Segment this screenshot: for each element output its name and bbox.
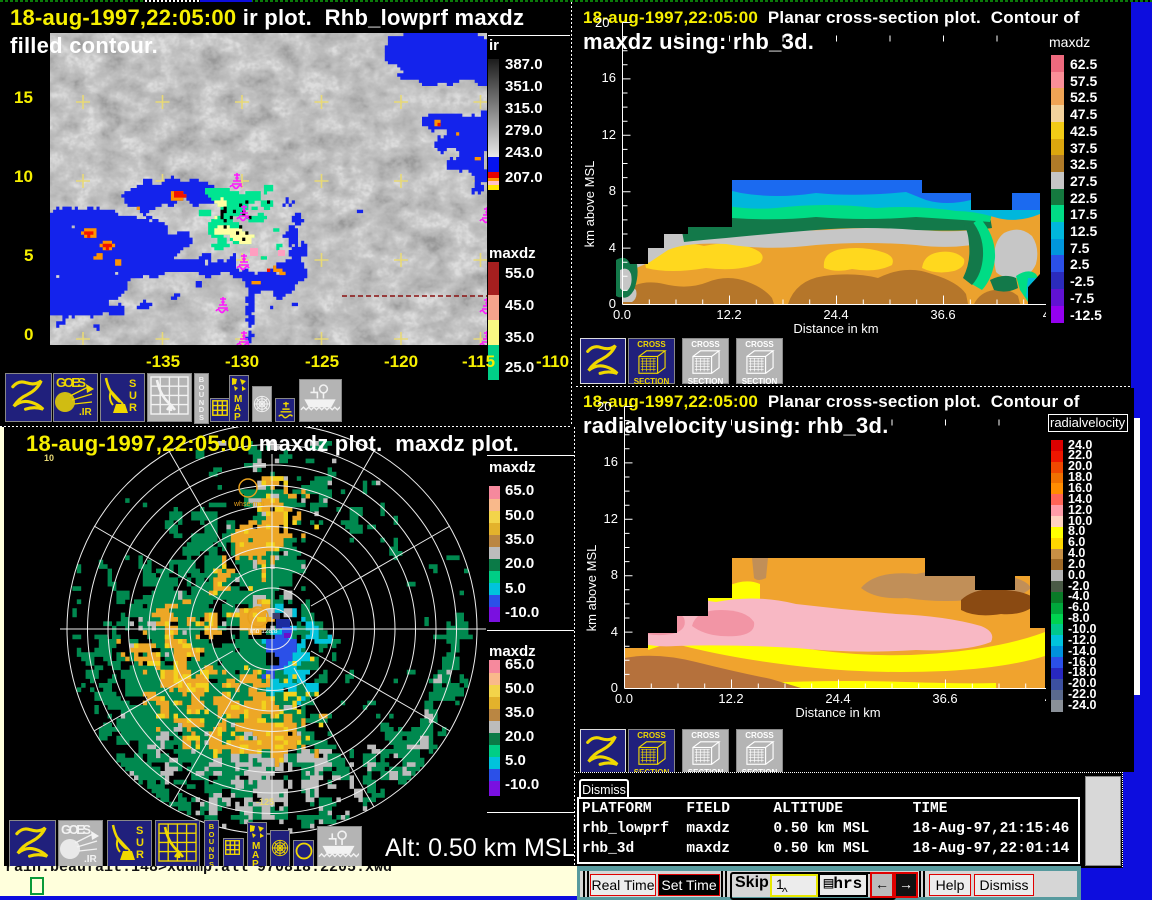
svg-text:8: 8 [609, 183, 616, 198]
svg-text:Distance in km: Distance in km [793, 321, 878, 336]
svg-text:12.2: 12.2 [718, 691, 743, 706]
svg-text:20: 20 [595, 15, 609, 30]
svg-text:8: 8 [611, 567, 618, 582]
svg-text:Distance in km: Distance in km [795, 705, 880, 720]
svg-text:36.6: 36.6 [932, 691, 957, 706]
svg-text:.IR: .IR [79, 407, 93, 417]
svg-text:GOES: GOES [61, 822, 91, 837]
svg-text:whse-mat: whse-mat [233, 501, 264, 508]
svg-text:S: S [136, 825, 143, 837]
svg-text:km above MSL: km above MSL [584, 545, 599, 632]
svg-text:U: U [129, 390, 137, 402]
svg-text:16: 16 [604, 454, 618, 469]
svg-text:R: R [129, 402, 137, 414]
svg-text:.IR: .IR [84, 854, 98, 864]
svg-text:16: 16 [602, 70, 616, 85]
svg-text:P: P [234, 412, 241, 421]
svg-text:12: 12 [602, 127, 616, 142]
svg-text:S: S [129, 378, 136, 390]
svg-text:4: 4 [611, 624, 618, 639]
svg-text:12.2: 12.2 [716, 307, 741, 322]
svg-text:24.4: 24.4 [823, 307, 848, 322]
svg-text:4: 4 [609, 240, 616, 255]
svg-text:24.4: 24.4 [825, 691, 850, 706]
svg-text:36.6: 36.6 [930, 307, 955, 322]
svg-text:-125: -125 [256, 797, 274, 807]
svg-text:0.0: 0.0 [613, 307, 631, 322]
svg-text:GOES: GOES [56, 375, 86, 390]
svg-text:0.0: 0.0 [615, 691, 633, 706]
svg-text:12: 12 [604, 511, 618, 526]
svg-text:km above MSL: km above MSL [582, 161, 597, 248]
svg-text:U: U [136, 837, 144, 849]
svg-text:20: 20 [597, 399, 611, 414]
svg-text:R: R [136, 849, 144, 861]
